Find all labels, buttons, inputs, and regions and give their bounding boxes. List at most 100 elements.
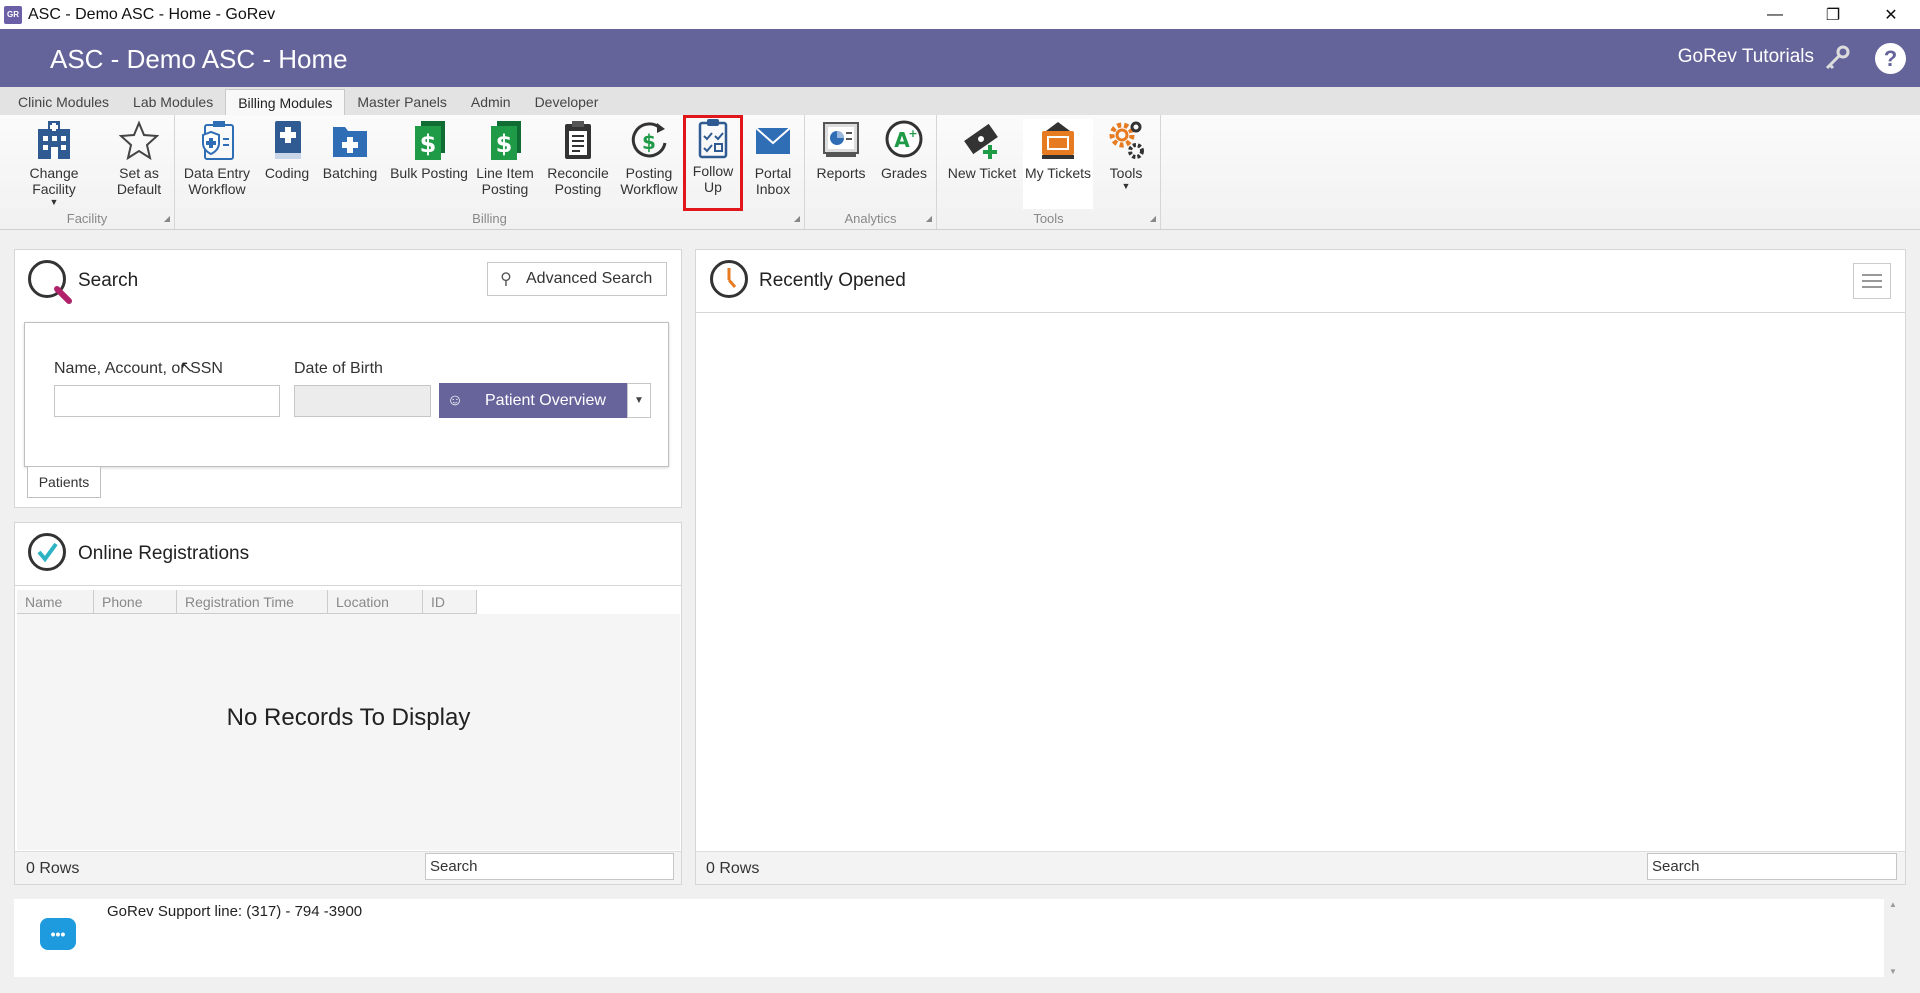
line-item-label-1: Line Item bbox=[476, 165, 534, 181]
reports-label: Reports bbox=[816, 165, 866, 181]
star-icon bbox=[119, 119, 159, 161]
column-header-location[interactable]: Location bbox=[328, 590, 423, 614]
grades-button[interactable]: A + Grades bbox=[877, 119, 931, 209]
column-header-registration-time[interactable]: Registration Time bbox=[177, 590, 328, 614]
restore-icon[interactable]: ❐ bbox=[1804, 0, 1862, 29]
chevron-down-icon: ▼ bbox=[634, 395, 644, 406]
advanced-search-button[interactable]: ⚲ Advanced Search bbox=[487, 262, 667, 296]
patient-overview-label: Patient Overview bbox=[485, 391, 606, 409]
dollar-cycle-icon: $ bbox=[629, 119, 669, 161]
reconcile-label-2: Posting bbox=[554, 181, 602, 197]
group-label-tools: Tools bbox=[1033, 211, 1064, 226]
set-as-default-label-2: Default bbox=[116, 181, 162, 197]
date-of-birth-input[interactable] bbox=[294, 385, 431, 417]
recently-opened-panel bbox=[695, 249, 1906, 885]
column-header-phone[interactable]: Phone bbox=[94, 590, 177, 614]
keys-icon[interactable] bbox=[1822, 44, 1852, 72]
follow-up-label-2: Up bbox=[704, 179, 722, 195]
registrations-grid-body bbox=[17, 614, 680, 850]
name-account-ssn-input[interactable] bbox=[54, 385, 280, 417]
line-item-posting-button[interactable]: $ Line Item Posting bbox=[475, 119, 535, 209]
gorev-tutorials-link[interactable]: GoRev Tutorials bbox=[1678, 46, 1814, 68]
tab-patients[interactable]: Patients bbox=[27, 467, 101, 498]
line-item-label-2: Posting bbox=[481, 181, 529, 197]
reconcile-posting-button[interactable]: Reconcile Posting bbox=[545, 119, 611, 209]
group-label-analytics: Analytics bbox=[844, 211, 897, 226]
search-panel-title: Search bbox=[78, 270, 139, 291]
svg-text:$: $ bbox=[642, 130, 656, 154]
magnifier-icon bbox=[28, 260, 72, 304]
medical-book-icon bbox=[267, 119, 307, 161]
window-title-bar: GR ASC - Demo ASC - Home - GoRev — ❐ ✕ bbox=[0, 0, 1920, 29]
set-as-default-button[interactable]: Set as Default bbox=[110, 119, 168, 209]
batching-button[interactable]: Batching bbox=[320, 119, 380, 209]
svg-text:+: + bbox=[908, 127, 917, 140]
column-header-id[interactable]: ID bbox=[423, 590, 477, 614]
minimize-icon[interactable]: — bbox=[1746, 0, 1804, 29]
tab-clinic-modules[interactable]: Clinic Modules bbox=[6, 89, 121, 115]
posting-workflow-label-1: Posting bbox=[625, 165, 673, 181]
help-icon[interactable]: ? bbox=[1875, 43, 1906, 74]
coding-button[interactable]: Coding bbox=[264, 119, 310, 209]
report-chart-icon bbox=[821, 119, 861, 161]
online-registrations-title: Online Registrations bbox=[78, 543, 250, 564]
new-ticket-label: New Ticket bbox=[947, 165, 1017, 181]
support-scrollbar[interactable]: ▲ ▼ bbox=[1886, 900, 1900, 976]
tools-button[interactable]: Tools ▼ bbox=[1103, 119, 1149, 209]
group-label-billing: Billing bbox=[472, 211, 507, 226]
chevron-down-icon: ▼ bbox=[49, 197, 59, 207]
column-header-name[interactable]: Name bbox=[17, 590, 94, 614]
portal-inbox-label-1: Portal bbox=[754, 165, 792, 181]
divider bbox=[696, 312, 1905, 313]
group-launcher-icon[interactable]: ◢ bbox=[926, 214, 932, 223]
group-launcher-icon[interactable]: ◢ bbox=[164, 214, 170, 223]
patient-overview-button[interactable]: ☺ Patient Overview bbox=[439, 383, 627, 418]
group-launcher-icon[interactable]: ◢ bbox=[1150, 214, 1156, 223]
tab-master-panels[interactable]: Master Panels bbox=[345, 89, 458, 115]
module-tabs: Clinic Modules Lab Modules Billing Modul… bbox=[0, 87, 1920, 115]
posting-workflow-button[interactable]: $ Posting Workflow bbox=[619, 119, 679, 209]
window-controls: — ❐ ✕ bbox=[1746, 0, 1920, 29]
scroll-up-icon[interactable]: ▲ bbox=[1889, 900, 1897, 909]
check-circle-icon bbox=[28, 533, 66, 571]
divider bbox=[15, 585, 681, 586]
gears-icon bbox=[1106, 119, 1146, 161]
close-icon[interactable]: ✕ bbox=[1862, 0, 1920, 29]
bulk-posting-button[interactable]: $ Bulk Posting bbox=[390, 119, 468, 209]
reconcile-label-1: Reconcile bbox=[547, 165, 609, 181]
reports-button[interactable]: Reports bbox=[811, 119, 871, 209]
dollar-document-icon: $ bbox=[485, 119, 525, 161]
tab-lab-modules[interactable]: Lab Modules bbox=[121, 89, 225, 115]
my-tickets-button[interactable]: My Tickets bbox=[1023, 119, 1093, 209]
follow-up-button[interactable]: Follow Up bbox=[683, 115, 743, 211]
ticket-plus-icon bbox=[962, 119, 1002, 161]
grades-label: Grades bbox=[881, 165, 927, 181]
change-facility-button[interactable]: Change Facility ▼ bbox=[6, 119, 102, 209]
patient-user-icon: ☺ bbox=[446, 391, 464, 409]
chevron-down-icon: ▼ bbox=[1121, 181, 1131, 191]
set-as-default-label-1: Set as bbox=[119, 165, 159, 181]
svg-text:$: $ bbox=[420, 130, 437, 158]
name-account-ssn-label: Name, Account, or SSN bbox=[54, 360, 223, 377]
window-title: ASC - Demo ASC - Home - GoRev bbox=[28, 5, 276, 23]
scroll-down-icon[interactable]: ▼ bbox=[1889, 967, 1897, 976]
portal-inbox-button[interactable]: Portal Inbox bbox=[747, 119, 799, 209]
follow-up-label-1: Follow bbox=[692, 163, 734, 179]
group-launcher-icon[interactable]: ◢ bbox=[794, 214, 800, 223]
new-ticket-button[interactable]: New Ticket bbox=[947, 119, 1017, 209]
tab-billing-modules[interactable]: Billing Modules bbox=[225, 89, 346, 115]
tab-admin[interactable]: Admin bbox=[459, 89, 523, 115]
data-entry-label-1: Data Entry bbox=[183, 165, 251, 181]
app-header: ASC - Demo ASC - Home GoRev Tutorials ? bbox=[0, 29, 1920, 87]
registrations-search-input[interactable]: Search bbox=[425, 853, 674, 880]
gorev-app-icon: GR bbox=[4, 5, 22, 24]
data-entry-workflow-button[interactable]: Data Entry Workflow bbox=[182, 119, 252, 209]
coding-label: Coding bbox=[264, 165, 310, 181]
tab-developer[interactable]: Developer bbox=[523, 89, 611, 115]
hamburger-menu-icon[interactable] bbox=[1853, 263, 1891, 299]
patient-overview-dropdown[interactable]: ▼ bbox=[627, 383, 651, 418]
recently-opened-row-count: 0 Rows bbox=[706, 860, 760, 877]
recently-opened-search-input[interactable]: Search bbox=[1647, 853, 1897, 880]
envelope-icon bbox=[753, 119, 793, 161]
search-icon: ⚲ bbox=[500, 271, 512, 288]
